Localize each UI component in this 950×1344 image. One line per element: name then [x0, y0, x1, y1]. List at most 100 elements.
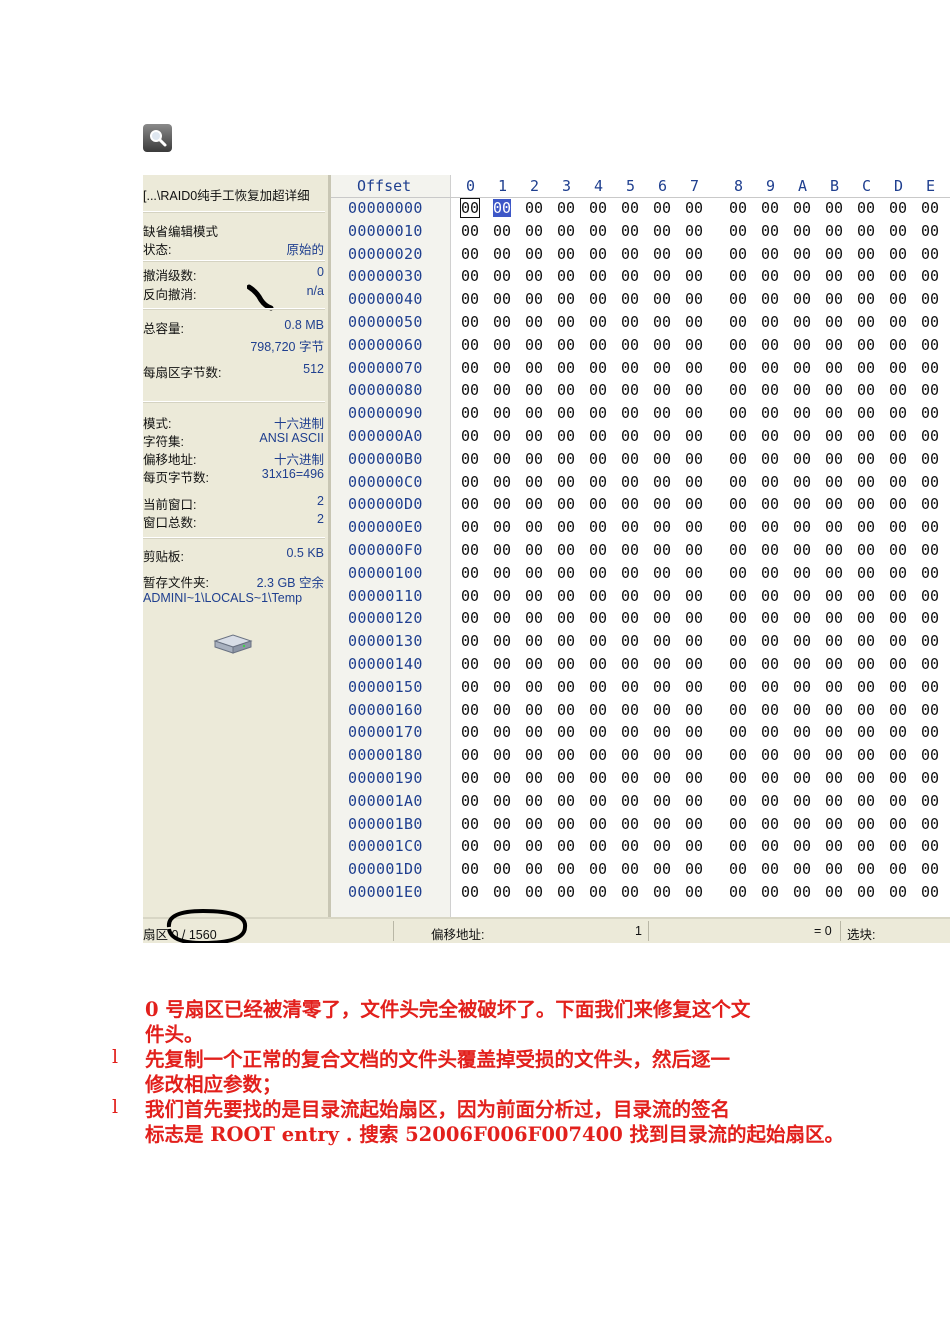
- hex-byte[interactable]: 00: [685, 609, 703, 627]
- hex-byte[interactable]: 00: [921, 701, 939, 719]
- hex-byte[interactable]: 00: [793, 222, 811, 240]
- hex-byte[interactable]: 00: [589, 518, 607, 536]
- hex-byte[interactable]: 00: [621, 404, 639, 422]
- hex-byte[interactable]: 00: [793, 769, 811, 787]
- hex-byte[interactable]: 00: [857, 883, 875, 901]
- hex-byte[interactable]: 00: [729, 404, 747, 422]
- hex-byte[interactable]: 00: [729, 222, 747, 240]
- hex-byte[interactable]: 00: [921, 313, 939, 331]
- hex-byte[interactable]: 00: [621, 267, 639, 285]
- hex-byte[interactable]: 00: [589, 609, 607, 627]
- hex-byte[interactable]: 00: [921, 495, 939, 513]
- hex-byte[interactable]: 00: [761, 792, 779, 810]
- hex-byte[interactable]: 00: [525, 678, 543, 696]
- hex-byte[interactable]: 00: [525, 701, 543, 719]
- hex-byte[interactable]: 00: [493, 404, 511, 422]
- hex-byte[interactable]: 00: [793, 267, 811, 285]
- hex-byte[interactable]: 00: [889, 860, 907, 878]
- hex-byte[interactable]: 00: [685, 404, 703, 422]
- hex-byte[interactable]: 00: [857, 427, 875, 445]
- hex-byte[interactable]: 00: [493, 518, 511, 536]
- hex-byte[interactable]: 00: [589, 860, 607, 878]
- hex-byte[interactable]: 00: [729, 245, 747, 263]
- hex-byte[interactable]: 00: [921, 655, 939, 673]
- hex-byte[interactable]: 00: [729, 199, 747, 217]
- hex-byte[interactable]: 00: [589, 450, 607, 468]
- hex-byte[interactable]: 00: [525, 495, 543, 513]
- hex-byte[interactable]: 00: [761, 541, 779, 559]
- hex-byte[interactable]: 00: [921, 860, 939, 878]
- hex-byte[interactable]: 00: [857, 701, 875, 719]
- hex-byte[interactable]: 00: [461, 473, 479, 491]
- hex-byte[interactable]: 00: [557, 701, 575, 719]
- hex-byte[interactable]: 00: [557, 883, 575, 901]
- hex-byte[interactable]: 00: [525, 222, 543, 240]
- hex-byte[interactable]: 00: [889, 746, 907, 764]
- hex-byte[interactable]: 00: [921, 404, 939, 422]
- hex-byte[interactable]: 00: [825, 245, 843, 263]
- hex-byte[interactable]: 00: [493, 792, 511, 810]
- hex-byte[interactable]: 00: [589, 427, 607, 445]
- hex-byte[interactable]: 00: [525, 792, 543, 810]
- hex-byte[interactable]: 00: [461, 860, 479, 878]
- hex-byte[interactable]: 00: [761, 655, 779, 673]
- hex-byte[interactable]: 00: [493, 495, 511, 513]
- hex-byte[interactable]: 00: [857, 769, 875, 787]
- hex-byte[interactable]: 00: [589, 359, 607, 377]
- hex-byte[interactable]: 00: [793, 746, 811, 764]
- hex-byte[interactable]: 00: [761, 450, 779, 468]
- hex-byte[interactable]: 00: [857, 792, 875, 810]
- hex-byte[interactable]: 00: [761, 245, 779, 263]
- hex-byte[interactable]: 00: [921, 267, 939, 285]
- hex-byte[interactable]: 00: [525, 541, 543, 559]
- hex-byte[interactable]: 00: [857, 609, 875, 627]
- hex-byte[interactable]: 00: [825, 769, 843, 787]
- hex-byte[interactable]: 00: [825, 450, 843, 468]
- hex-byte[interactable]: 00: [793, 655, 811, 673]
- hex-byte[interactable]: 00: [793, 245, 811, 263]
- hex-byte[interactable]: 00: [653, 769, 671, 787]
- hex-byte[interactable]: 00: [461, 564, 479, 582]
- hex-byte[interactable]: 00: [729, 792, 747, 810]
- hex-view[interactable]: Offset 0123456789ABCDE 00000000 00 00 00 00 0…: [331, 175, 950, 917]
- hex-byte[interactable]: 00: [493, 245, 511, 263]
- hex-byte[interactable]: 00: [493, 655, 511, 673]
- hex-byte[interactable]: 00: [793, 473, 811, 491]
- hex-byte[interactable]: 00: [493, 609, 511, 627]
- hex-byte[interactable]: 00: [621, 245, 639, 263]
- hex-byte[interactable]: 00: [729, 860, 747, 878]
- hex-byte[interactable]: 00: [653, 290, 671, 308]
- hex-byte[interactable]: 00: [761, 678, 779, 696]
- hex-byte[interactable]: 00: [889, 245, 907, 263]
- hex-byte[interactable]: 00: [621, 587, 639, 605]
- hex-byte[interactable]: 00: [461, 609, 479, 627]
- hex-byte[interactable]: 00: [525, 815, 543, 833]
- hex-byte[interactable]: 00: [729, 609, 747, 627]
- hex-byte[interactable]: 00: [653, 541, 671, 559]
- hex-byte[interactable]: 00: [793, 313, 811, 331]
- hex-byte[interactable]: 00: [525, 746, 543, 764]
- hex-byte[interactable]: 00: [461, 290, 479, 308]
- hex-byte[interactable]: 00: [621, 815, 639, 833]
- hex-byte[interactable]: 00: [825, 883, 843, 901]
- hex-byte[interactable]: 00: [921, 222, 939, 240]
- hex-byte[interactable]: 00: [889, 404, 907, 422]
- hex-byte[interactable]: 00: [653, 587, 671, 605]
- hex-byte[interactable]: 00: [685, 769, 703, 787]
- hex-byte[interactable]: 00: [729, 746, 747, 764]
- hex-byte[interactable]: 00: [825, 746, 843, 764]
- hex-byte[interactable]: 00: [825, 701, 843, 719]
- hex-byte[interactable]: 00: [825, 655, 843, 673]
- hex-byte[interactable]: 00: [557, 860, 575, 878]
- hex-byte[interactable]: 00: [761, 290, 779, 308]
- hex-byte[interactable]: 00: [761, 336, 779, 354]
- hex-byte[interactable]: 00: [921, 290, 939, 308]
- hex-byte[interactable]: 00: [525, 587, 543, 605]
- hex-byte[interactable]: 00: [857, 222, 875, 240]
- hex-byte[interactable]: 00: [729, 837, 747, 855]
- hex-byte[interactable]: 00: [825, 222, 843, 240]
- hex-byte[interactable]: 00: [621, 427, 639, 445]
- hex-byte[interactable]: 00: [589, 837, 607, 855]
- hex-byte[interactable]: 00: [493, 746, 511, 764]
- hex-byte[interactable]: 00: [459, 198, 481, 218]
